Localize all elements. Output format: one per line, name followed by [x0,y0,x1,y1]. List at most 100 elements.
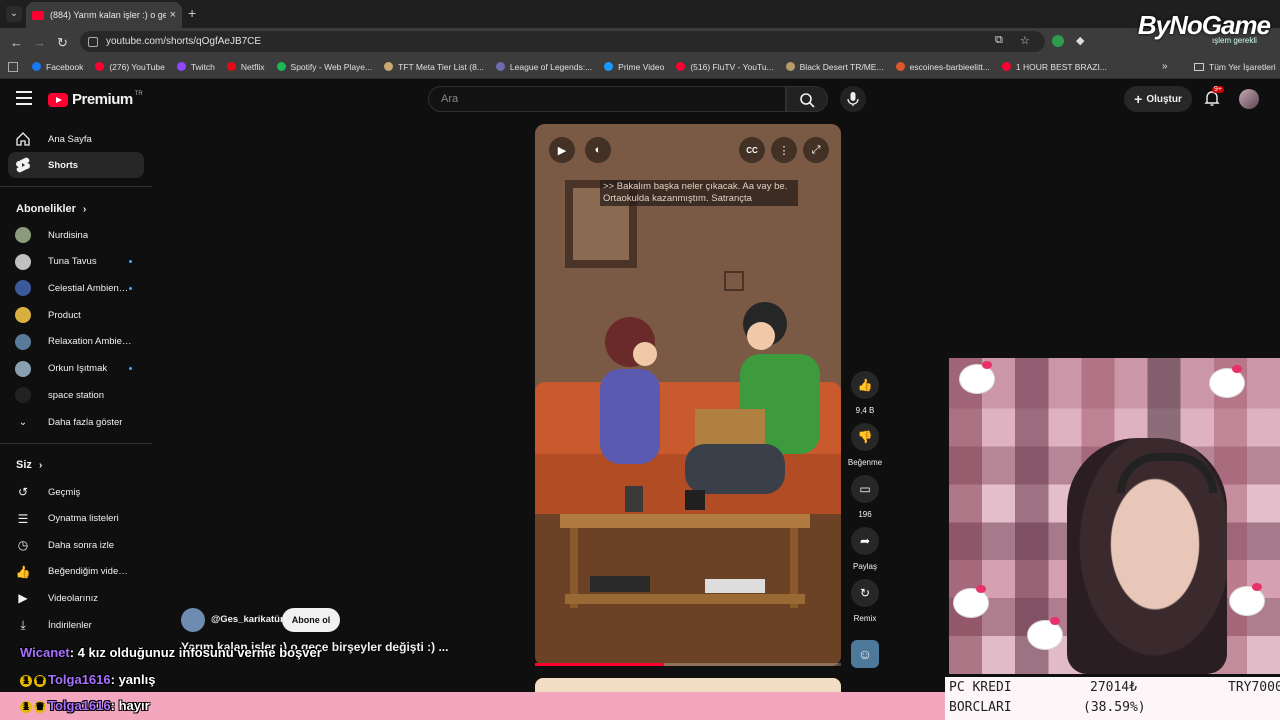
sidebar-item-shorts[interactable]: Shorts [8,152,144,178]
voice-search-button[interactable] [840,86,866,112]
sound-thumbnail[interactable]: ☺ [851,640,879,668]
folder-icon [1194,62,1204,71]
like-button[interactable]: 👍 9,4 B [850,371,880,415]
forward-icon[interactable]: → [33,35,46,50]
hello-kitty-sticker-icon [1027,617,1063,650]
share-label: Paylaş [852,562,877,571]
subscriptions-header[interactable]: Abonelikler › [16,203,86,215]
sidebar-item-home[interactable]: Ana Sayfa [8,126,144,152]
close-tab-icon[interactable]: × [170,9,176,21]
extension-diamond-icon[interactable]: ◆ [1076,34,1084,47]
bookmark-item[interactable]: Black Desert TR/ME... [785,62,884,72]
sidebar-item-you[interactable]: ☰ Oynatma listeleri [8,506,144,532]
mute-button[interactable]: ◐ [585,137,611,163]
hello-kitty-sticker-icon [1229,583,1265,616]
browser-tab-active[interactable]: (884) Yarım kalan işler :) o gece… × [26,2,182,28]
sidebar-item-channel[interactable]: space station [8,382,144,408]
browser-tab-bar: ⌄ (884) Yarım kalan işler :) o gece… × + [0,0,1280,28]
back-icon[interactable]: ← [10,35,23,50]
sidebar-item-label: Relaxation Ambient… [48,336,132,348]
more-bookmarks-icon[interactable]: » [1162,61,1168,72]
logo-country: TR [134,91,143,97]
dislike-button[interactable]: 👎 Beğenme [848,423,882,467]
bookmark-item[interactable]: Facebook [32,62,83,72]
sidebar-item-you[interactable]: ◷ Daha sonra izle [8,532,144,558]
remix-label: Remix [853,614,877,623]
sidebar-item-channel[interactable]: Celestial Ambien… [8,275,144,301]
bookmark-favicon-icon [495,62,505,71]
sidebar-item-you[interactable]: ▶ Videolarınız [8,585,144,611]
sidebar-item-channel[interactable]: Orkun Işıtmak [8,356,144,382]
sidebar-item-you[interactable]: 👍 Beğendiğim videolar [8,559,144,585]
sidebar-item-label: İndirilenler [48,619,92,631]
show-more-label: Daha fazla göster [48,416,123,428]
bookmark-item[interactable]: (276) YouTube [95,62,165,72]
bookmark-item[interactable]: Spotify - Web Playe... [276,62,372,72]
bookmark-star-icon[interactable]: ☆ [1020,34,1030,47]
sidebar-item-you[interactable]: ↺ Geçmiş [8,479,144,505]
bookmark-item[interactable]: Twitch [176,62,215,72]
search-input[interactable]: Ara [428,86,786,112]
apps-grid-icon[interactable] [8,61,18,72]
search-button[interactable] [786,86,828,112]
bookmark-item[interactable]: TFT Meta Tier List (8... [384,62,484,72]
mic-icon [847,92,859,106]
menu-icon[interactable] [16,91,32,105]
bookmark-item[interactable]: Prime Video [604,62,664,72]
more-options-button[interactable]: ⋮ [771,137,797,163]
chat-message: 1 ♛ Tolga1616: hayır [20,698,150,713]
tab-title: (884) Yarım kalan işler :) o gece… [50,10,166,20]
divider [0,186,152,187]
sidebar-item-label: Celestial Ambien… [48,282,129,294]
fullscreen-button[interactable]: ⤢ [803,137,829,163]
captions-button[interactable]: CC [739,137,765,163]
channel-name[interactable]: @Ges_karikatür [211,614,284,625]
create-button[interactable]: + Oluştur [1124,86,1192,112]
install-app-icon[interactable]: ⧉ [995,34,1003,47]
reload-icon[interactable]: ↻ [57,35,68,51]
extension-icon[interactable] [1052,35,1064,47]
all-bookmarks-folder[interactable]: Tüm Yer İşaretleri [1194,62,1276,72]
bookmark-label: TFT Meta Tier List (8... [398,61,484,72]
channel-avatar [15,387,31,404]
thumbs-down-icon: 👎 [851,423,879,451]
share-button[interactable]: ➦ Paylaş [850,527,880,571]
you-header[interactable]: Siz › [16,459,42,471]
bookmark-item[interactable]: League of Legends:... [495,62,592,72]
bookmark-item[interactable]: (516) FluTV - YouTu... [676,62,774,72]
youtube-premium-logo[interactable]: Premium TR [48,91,143,108]
site-info-icon[interactable] [88,36,98,47]
notifications-button[interactable]: 9+ [1202,86,1224,108]
sidebar-item-channel[interactable]: Tuna Tavus [8,249,144,275]
new-tab-icon[interactable]: + [188,5,196,21]
more-vert-icon: ⋮ [778,144,790,157]
home-icon [14,131,32,147]
notification-count-badge: 9+ [1212,86,1224,93]
video-progress-bar[interactable] [535,663,841,666]
comments-button[interactable]: ▭ 196 [850,475,880,519]
bookmark-item[interactable]: Netflix [226,61,265,72]
sidebar-item-label: Oynatma listeleri [48,513,119,525]
sidebar-item-channel[interactable]: Relaxation Ambient… [8,329,144,355]
remix-button[interactable]: ↻ Remix [850,579,880,623]
sidebar-item-label: Orkun Işıtmak [48,363,108,374]
your-videos-icon: ▶ [18,591,28,606]
channel-avatar [15,307,31,324]
youtube-logo-icon [48,92,68,107]
subscribe-button[interactable]: Abone ol [282,608,340,632]
show-more-button[interactable]: ⌄ Daha fazla göster [8,409,144,435]
bookmark-label: Netflix [240,61,265,72]
account-avatar[interactable] [1239,89,1259,109]
omnibox[interactable]: youtube.com/shorts/qOgfAeJB7CE ⧉ ☆ [80,31,1045,52]
progress-fill [535,663,664,666]
sidebar-item-channel[interactable]: Product [8,302,144,328]
sidebar-item-you[interactable]: ⤓ İndirilenler [8,612,144,638]
channel-avatar[interactable] [181,608,205,632]
play-button[interactable]: ▶ [549,137,575,163]
bookmark-item[interactable]: 1 HOUR BEST BRAZI... [1001,62,1107,72]
tab-search-button[interactable]: ⌄ [6,6,22,22]
sidebar-item-channel[interactable]: Nurdisina [8,222,144,248]
bookmark-item[interactable]: escoines-barbieelitt... [895,62,990,72]
sidebar-item-label: Ana Sayfa [48,133,92,145]
comment-count: 196 [858,510,872,519]
